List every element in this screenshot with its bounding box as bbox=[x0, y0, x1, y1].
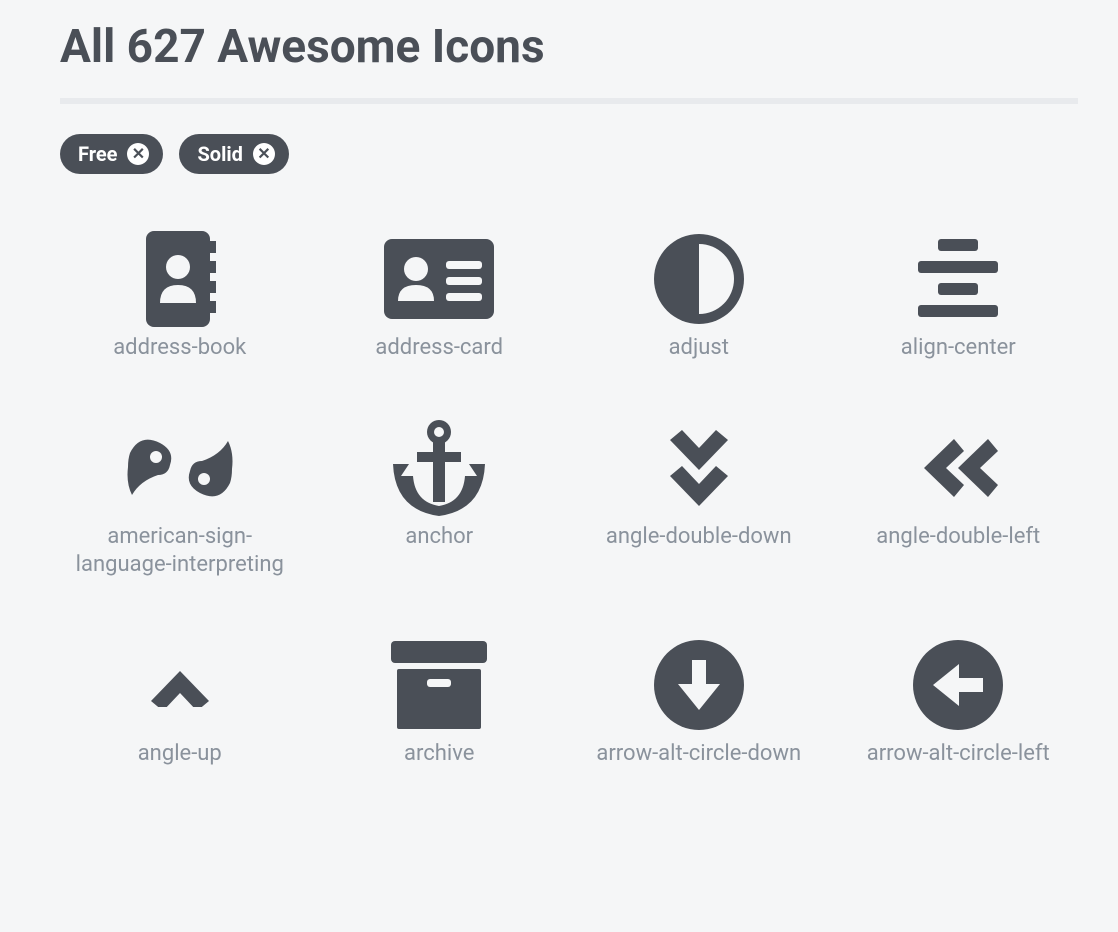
icon-label: angle-up bbox=[138, 740, 222, 769]
icon-item-address-book[interactable]: address-book bbox=[60, 214, 300, 373]
arrow-alt-circle-down-icon bbox=[654, 630, 744, 740]
icon-label: american-sign-language-interpreting bbox=[70, 523, 290, 580]
page-title: All 627 Awesome Icons bbox=[60, 20, 1078, 74]
icon-item-adjust[interactable]: adjust bbox=[579, 214, 819, 373]
divider bbox=[60, 98, 1078, 104]
icon-label: archive bbox=[404, 740, 474, 769]
address-book-icon bbox=[140, 224, 220, 334]
icon-item-arrow-alt-circle-down[interactable]: arrow-alt-circle-down bbox=[579, 620, 819, 779]
align-center-icon bbox=[913, 224, 1003, 334]
american-sign-language-interpreting-icon bbox=[120, 413, 240, 523]
icon-label: address-book bbox=[113, 334, 246, 363]
icon-item-american-sign-language-interpreting[interactable]: american-sign-language-interpreting bbox=[60, 403, 300, 590]
close-icon[interactable]: ✕ bbox=[127, 143, 149, 165]
filter-pill-solid[interactable]: Solid ✕ bbox=[179, 134, 288, 174]
address-card-icon bbox=[384, 224, 494, 334]
icon-item-anchor[interactable]: anchor bbox=[320, 403, 560, 590]
icon-item-angle-up[interactable]: angle-up bbox=[60, 620, 300, 779]
icon-label: align-center bbox=[901, 334, 1016, 363]
filter-pill-free[interactable]: Free ✕ bbox=[60, 134, 163, 174]
icon-label: adjust bbox=[669, 334, 729, 363]
icon-item-angle-double-left[interactable]: angle-double-left bbox=[839, 403, 1079, 590]
filter-label: Solid bbox=[197, 142, 242, 166]
icon-label: arrow-alt-circle-left bbox=[867, 740, 1050, 769]
icon-grid: address-book address-card adjust bbox=[60, 214, 1078, 778]
filter-bar: Free ✕ Solid ✕ bbox=[60, 134, 1078, 174]
icon-label: angle-double-down bbox=[606, 523, 792, 552]
icon-label: angle-double-left bbox=[876, 523, 1040, 552]
anchor-icon bbox=[389, 413, 489, 523]
arrow-alt-circle-left-icon bbox=[913, 630, 1003, 740]
icon-item-align-center[interactable]: align-center bbox=[839, 214, 1079, 373]
angle-double-left-icon bbox=[918, 413, 998, 523]
icon-label: anchor bbox=[405, 523, 473, 552]
adjust-icon bbox=[654, 224, 744, 334]
angle-double-down-icon bbox=[664, 413, 734, 523]
filter-label: Free bbox=[78, 142, 117, 166]
icon-label: address-card bbox=[375, 334, 503, 363]
icon-item-arrow-alt-circle-left[interactable]: arrow-alt-circle-left bbox=[839, 620, 1079, 779]
icon-item-archive[interactable]: archive bbox=[320, 620, 560, 779]
icon-item-angle-double-down[interactable]: angle-double-down bbox=[579, 403, 819, 590]
angle-up-icon bbox=[145, 630, 215, 740]
archive-icon bbox=[391, 630, 487, 740]
close-icon[interactable]: ✕ bbox=[253, 143, 275, 165]
icon-item-address-card[interactable]: address-card bbox=[320, 214, 560, 373]
icon-label: arrow-alt-circle-down bbox=[596, 740, 801, 769]
